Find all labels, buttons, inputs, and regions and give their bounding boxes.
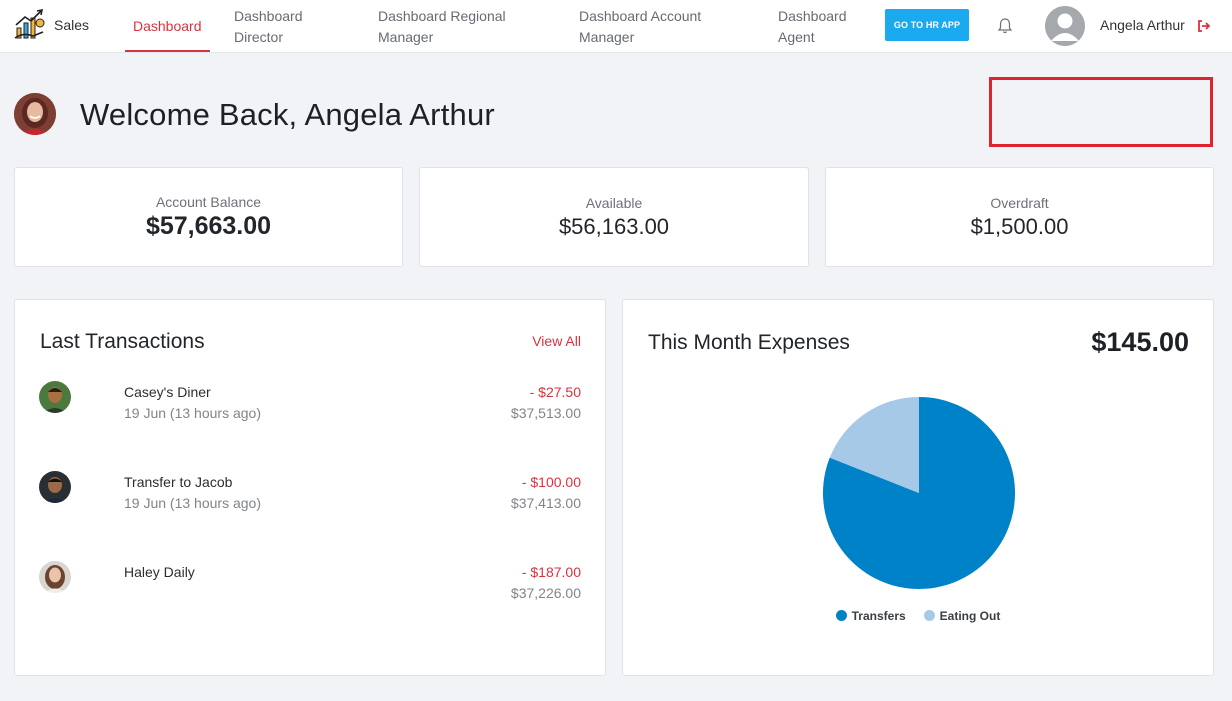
user-name[interactable]: Angela Arthur (1100, 17, 1185, 33)
nav-dashboard[interactable]: Dashboard (133, 16, 202, 37)
transaction-balance: $37,226.00 (510, 585, 581, 601)
available-card: Available $56,163.00 (419, 167, 809, 267)
legend-dot-icon (923, 610, 935, 621)
stat-label: Available (585, 195, 643, 211)
legend-label: Eating Out (939, 609, 1001, 623)
transaction-name: Casey's Diner (124, 384, 211, 400)
nav-dashboard-agent[interactable]: Dashboard Agent (778, 6, 847, 48)
last-transactions-panel: Last Transactions View All Casey's Diner… (14, 299, 606, 676)
transaction-amount: - $100.00 (521, 474, 581, 490)
welcome-title: Welcome Back, Angela Arthur (80, 97, 495, 132)
expense-total: $145.00 (1091, 327, 1189, 357)
welcome-avatar (14, 93, 56, 135)
brand-name[interactable]: Sales (54, 17, 89, 33)
user-silhouette-icon (1045, 6, 1085, 46)
nav-active-indicator (125, 50, 210, 52)
stat-value: $1,500.00 (970, 214, 1069, 239)
legend-item[interactable]: Eating Out (923, 609, 1001, 623)
transaction-row[interactable]: Haley Daily - $187.00 $37,226.00 (15, 561, 605, 621)
logout-icon[interactable] (1197, 19, 1211, 33)
expenses-pie-chart (823, 397, 1015, 589)
legend-dot-icon (835, 610, 847, 621)
legend-label: Transfers (851, 609, 906, 623)
transaction-name: Transfer to Jacob (124, 474, 233, 490)
person-photo-icon (39, 381, 71, 413)
transaction-row[interactable]: Transfer to Jacob 19 Jun (13 hours ago) … (15, 471, 605, 531)
transaction-balance: $37,413.00 (510, 495, 581, 511)
person-photo-icon (39, 561, 71, 593)
nav-dashboard-account-manager[interactable]: Dashboard Account Manager (579, 6, 701, 48)
transaction-date: 19 Jun (13 hours ago) (124, 405, 261, 421)
account-balance-card: Account Balance $57,663.00 (14, 167, 403, 267)
chart-legend: Transfers Eating Out (623, 609, 1213, 623)
bell-icon[interactable] (996, 17, 1014, 35)
sales-logo-icon[interactable] (13, 8, 47, 42)
nav-dashboard-regional-manager[interactable]: Dashboard Regional Manager (378, 6, 506, 48)
overdraft-card: Overdraft $1,500.00 (825, 167, 1214, 267)
month-expenses-panel: This Month Expenses $145.00 Transfers Eat… (622, 299, 1214, 676)
go-to-hr-app-button[interactable]: GO TO HR APP (885, 9, 969, 41)
transaction-date: 19 Jun (13 hours ago) (124, 495, 261, 511)
transaction-name: Haley Daily (124, 564, 195, 580)
top-navbar: Sales Dashboard Dashboard Director Dashb… (0, 0, 1232, 53)
profile-photo-icon (14, 93, 56, 135)
stat-value: $57,663.00 (145, 212, 272, 240)
nav-dashboard-director[interactable]: Dashboard Director (234, 6, 303, 48)
transaction-avatar (39, 471, 71, 503)
stat-value: $56,163.00 (558, 214, 670, 239)
transaction-amount: - $187.00 (521, 564, 581, 580)
transaction-row[interactable]: Casey's Diner 19 Jun (13 hours ago) - $2… (15, 381, 605, 441)
user-avatar[interactable] (1045, 6, 1085, 46)
transaction-avatar (39, 561, 71, 593)
panel-title: Last Transactions (40, 330, 205, 353)
person-photo-icon (39, 471, 71, 503)
highlight-box (989, 77, 1213, 147)
transaction-amount: - $27.50 (529, 384, 581, 400)
stat-label: Overdraft (990, 195, 1049, 211)
transaction-avatar (39, 381, 71, 413)
transaction-balance: $37,513.00 (510, 405, 581, 421)
legend-item[interactable]: Transfers (835, 609, 906, 623)
view-all-link[interactable]: View All (532, 333, 581, 349)
stat-label: Account Balance (155, 194, 262, 210)
panel-title: This Month Expenses (648, 331, 850, 354)
